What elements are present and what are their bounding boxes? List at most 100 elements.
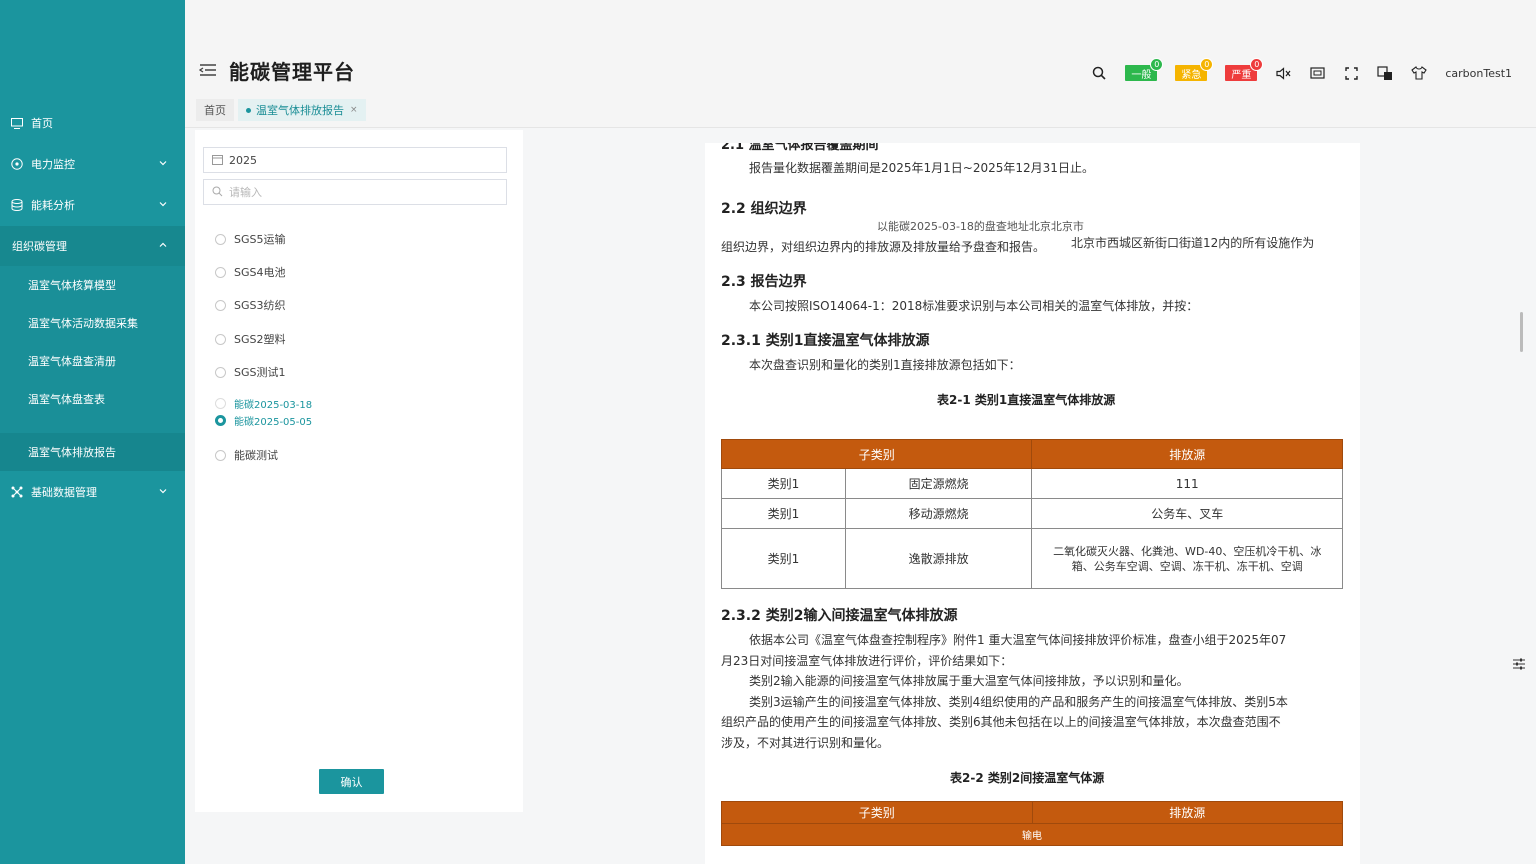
active-dot <box>246 107 251 113</box>
option-label: SGS5运输 <box>234 233 286 246</box>
radio-circle <box>215 366 226 378</box>
search-placeholder: 请输入 <box>229 186 262 199</box>
search-icon <box>212 186 224 198</box>
radio-circle <box>215 449 226 461</box>
settings-sliders-icon[interactable] <box>1511 656 1527 672</box>
radio-circle <box>215 233 226 245</box>
radio-circle <box>215 299 226 311</box>
report-document: 2.1 温室气体报告覆盖期间 报告量化数据覆盖期间是2025年1月1日~2025… <box>705 143 1360 864</box>
option-radio[interactable]: SGS测试1 <box>215 364 286 380</box>
doc-heading-cut: 2.1 温室气体报告覆盖期间 <box>721 143 879 153</box>
alert-count: 0 <box>1150 58 1164 71</box>
sidebar-sub-label: 温室气体盘查清册 <box>28 355 116 368</box>
option-radio-selected[interactable]: 能碳2025-05-05 <box>215 413 312 428</box>
table-cell: 移动源燃烧 <box>844 498 1033 529</box>
fullscreen-icon[interactable] <box>1343 65 1359 81</box>
sidebar-sub-ghg-table[interactable]: 温室气体盘查表 <box>0 380 185 418</box>
sidebar-item-home[interactable]: 首页 <box>0 103 185 143</box>
table-cell: 二氧化碳灭火器、化粪池、WD-40、空压机冷干机、冰箱、公务车空调、空调、冻干机… <box>1031 528 1343 589</box>
doc-paragraph: 涉及，不对其进行识别和量化。 <box>721 736 890 750</box>
option-label: SGS3纺织 <box>234 299 286 312</box>
table-cell: 公务车、叉车 <box>1031 498 1343 529</box>
radio-circle <box>215 266 226 278</box>
option-radio[interactable]: SGS4电池 <box>215 264 286 280</box>
sidebar-sub-label: 温室气体活动数据采集 <box>28 317 138 330</box>
option-radio[interactable]: SGS2塑料 <box>215 331 286 347</box>
sidebar-item-power-monitor[interactable]: 电力监控 <box>0 144 185 184</box>
table-cell: 类别1 <box>721 528 846 589</box>
table-caption: 表2-1 类别1直接温室气体排放源 <box>937 393 1116 407</box>
monitor-icon <box>10 116 24 130</box>
table-header-cell: 输电 <box>721 823 1343 846</box>
alert-severe-badge[interactable]: 严重 0 <box>1225 58 1264 81</box>
doc-heading: 2.3.1 类别1直接温室气体排放源 <box>721 333 930 349</box>
option-radio[interactable]: SGS5运输 <box>215 231 286 247</box>
sidebar-sub-ghg-inventory[interactable]: 温室气体盘查清册 <box>0 342 185 380</box>
top-header: 能碳管理平台 一般 0 紧急 0 严重 0 carbonTest1 <box>185 0 1536 128</box>
doc-paragraph: 报告量化数据覆盖期间是2025年1月1日~2025年12月31日止。 <box>749 161 1094 175</box>
sidebar-sub-ghg-report[interactable]: 温室气体排放报告 <box>0 433 185 471</box>
confirm-button[interactable]: 确认 <box>319 769 384 794</box>
tab-label: 首页 <box>204 104 226 117</box>
table-row: 类别1 逸散源排放 二氧化碳灭火器、化粪池、WD-40、空压机冷干机、冰箱、公务… <box>721 528 1343 589</box>
sidebar-sub-ghg-activity[interactable]: 温室气体活动数据采集 <box>0 304 185 342</box>
menu-fold-icon[interactable] <box>199 62 217 78</box>
username[interactable]: carbonTest1 <box>1445 67 1512 80</box>
doc-paragraph: 类别3运输产生的间接温室气体排放、类别4组织使用的产品和服务产生的间接温室气体排… <box>749 695 1288 709</box>
scrollbar-thumb[interactable] <box>1520 312 1523 352</box>
alert-label: 一般 <box>1131 69 1152 81</box>
app-title: 能碳管理平台 <box>229 60 355 84</box>
search-icon[interactable] <box>1091 65 1107 81</box>
screen-icon[interactable] <box>1309 65 1325 81</box>
year-value: 2025 <box>229 153 257 167</box>
alert-normal-badge[interactable]: 一般 0 <box>1125 58 1164 81</box>
mute-icon[interactable] <box>1275 65 1291 81</box>
table-header-cell: 排放源 <box>1031 801 1343 824</box>
table-caption: 表2-2 类别2间接温室气体源 <box>950 771 1105 785</box>
chevron-up-icon <box>159 242 167 247</box>
doc-heading: 2.3.2 类别2输入间接温室气体排放源 <box>721 608 958 624</box>
table-header-cell: 排放源 <box>1031 439 1343 469</box>
sidebar: 首页 电力监控 能耗分析 组织碳管理 温室气体核算模型 温室气体活动数据采集 温… <box>0 0 185 864</box>
tab-ghg-report[interactable]: 温室气体排放报告 × <box>238 99 366 121</box>
close-icon[interactable]: × <box>350 105 358 115</box>
sidebar-item-label: 基础数据管理 <box>31 486 97 499</box>
table-cell: 类别1 <box>721 498 846 529</box>
chevron-down-icon <box>159 489 167 494</box>
tab-bar: 首页 温室气体排放报告 × <box>196 99 366 121</box>
chevron-down-icon <box>159 161 167 166</box>
sidebar-item-label: 电力监控 <box>31 158 75 171</box>
emission-source-table: 子类别 排放源 类别1 固定源燃烧 111 类别1 移动源燃烧 公务车、叉车 类… <box>720 439 1343 589</box>
chevron-down-icon <box>159 202 167 207</box>
doc-paragraph: 类别2输入能源的间接温室气体排放属于重大温室气体间接排放，予以识别和量化。 <box>749 674 1189 688</box>
option-label: 能碳2025-05-05 <box>234 417 313 428</box>
option-label: SGS2塑料 <box>234 333 286 346</box>
sidebar-item-org-carbon[interactable]: 组织碳管理 <box>0 226 185 266</box>
option-radio[interactable]: 能碳2025-03-18 <box>215 396 312 411</box>
radio-circle <box>215 415 226 426</box>
language-icon[interactable] <box>1377 65 1393 81</box>
table-cell: 类别1 <box>721 468 846 499</box>
sidebar-item-energy-analysis[interactable]: 能耗分析 <box>0 185 185 225</box>
option-label: SGS4电池 <box>234 266 286 279</box>
doc-paragraph: 本公司按照ISO14064-1：2018标准要求识别与本公司相关的温室气体排放，… <box>749 299 1199 313</box>
alert-count: 0 <box>1200 58 1214 71</box>
option-radio[interactable]: 能碳测试 <box>215 447 278 463</box>
doc-heading: 2.2 组织边界 <box>721 201 807 217</box>
radio-circle <box>215 398 226 409</box>
year-picker[interactable]: 2025 <box>203 147 507 173</box>
option-radio[interactable]: SGS3纺织 <box>215 297 286 313</box>
radio-circle <box>215 333 226 345</box>
alert-urgent-badge[interactable]: 紧急 0 <box>1175 58 1214 81</box>
sidebar-item-base-data[interactable]: 基础数据管理 <box>0 472 185 512</box>
doc-paragraph: 组织产品的使用产生的间接温室气体排放、类别6其他未包括在以上的间接温室气体排放，… <box>721 715 1281 729</box>
doc-paragraph: 本次盘查识别和量化的类别1直接排放源包括如下： <box>749 358 1021 372</box>
table-header-row: 子类别 排放源 <box>721 801 1343 824</box>
search-input[interactable]: 请输入 <box>203 179 507 205</box>
sidebar-sub-ghg-model[interactable]: 温室气体核算模型 <box>0 266 185 304</box>
nodes-icon <box>10 485 24 499</box>
gauge-icon <box>10 157 24 171</box>
tab-home[interactable]: 首页 <box>196 99 234 121</box>
theme-shirt-icon[interactable] <box>1411 65 1428 81</box>
sidebar-item-label: 首页 <box>31 117 53 130</box>
